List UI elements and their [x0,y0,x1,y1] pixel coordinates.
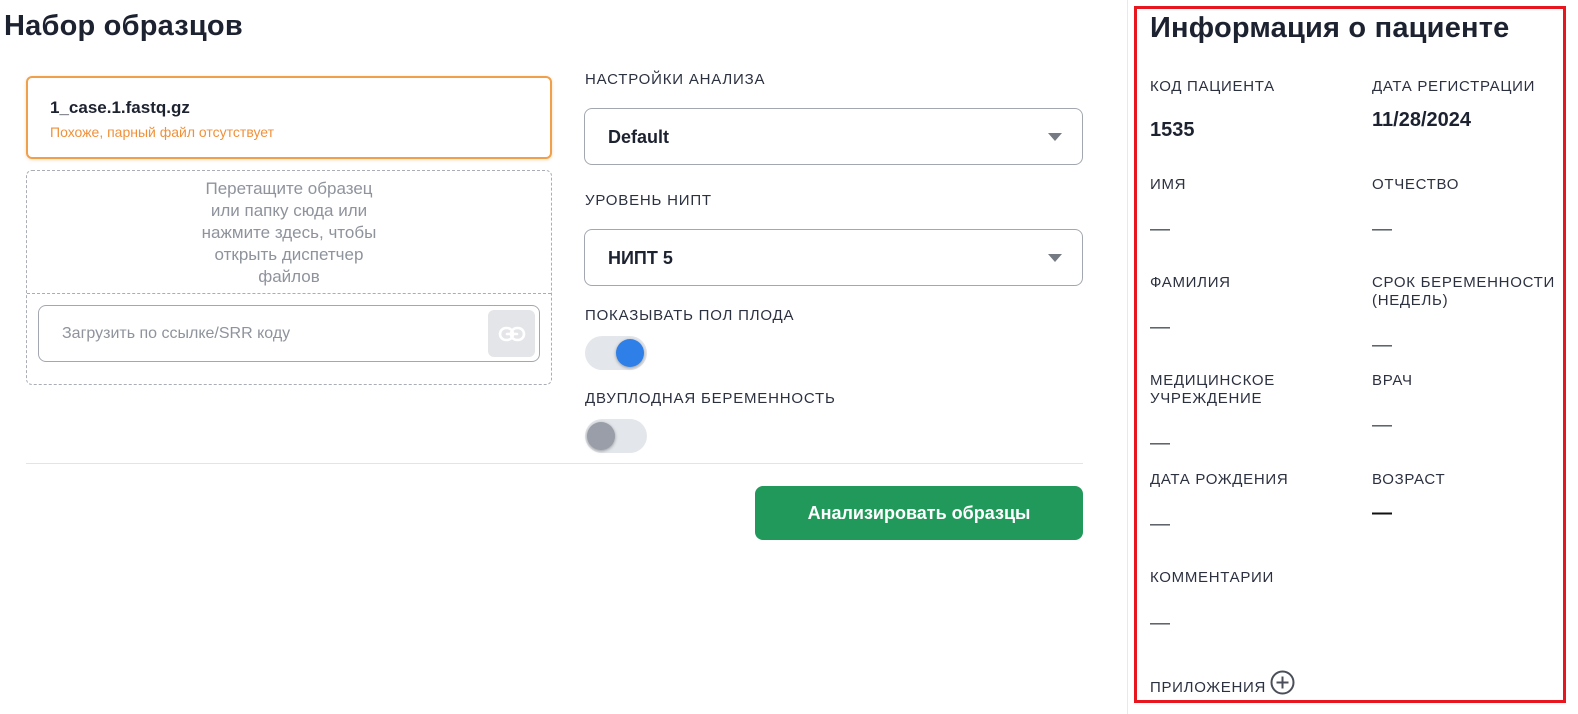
link-icon [498,326,525,341]
patient-info-panel: Информация о пациенте КОД ПАЦИЕНТА 1535 … [1134,6,1566,703]
institution-value: — [1150,432,1170,454]
analyze-samples-button[interactable]: Анализировать образцы [755,486,1083,540]
doctor-value: — [1372,414,1392,436]
analysis-settings-select[interactable]: Default [584,108,1083,165]
toggle-knob [616,339,644,367]
caret-down-icon [1048,133,1062,141]
section-divider [26,463,1083,464]
last-name-value: — [1150,316,1170,338]
fetal-sex-label: ПОКАЗЫВАТЬ ПОЛ ПЛОДА [585,307,795,324]
attachments-label: ПРИЛОЖЕНИЯ [1150,679,1267,696]
panel-divider [1127,0,1128,714]
institution-label: МЕДИЦИНСКОЕ УЧРЕЖДЕНИЕ [1150,372,1275,408]
birth-date-label: ДАТА РОЖДЕНИЯ [1150,471,1289,488]
first-name-value: — [1150,218,1170,240]
toggle-knob [587,422,615,450]
patronymic-label: ОТЧЕСТВО [1372,176,1460,193]
dropzone-line: Перетащите образец [205,179,373,198]
twin-pregnancy-label: ДВУПЛОДНАЯ БЕРЕМЕННОСТЬ [585,390,836,407]
file-card[interactable]: 1_case.1.fastq.gz Похоже, парный файл от… [26,76,552,159]
analysis-settings-value: Default [608,127,670,147]
registration-date-value: 11/28/2024 [1372,109,1471,131]
dropzone-line: файлов [258,267,320,286]
comments-value: — [1150,612,1170,634]
dropzone-text: Перетащите образец или папку сюда или на… [27,178,551,288]
patient-code-value: 1535 [1150,119,1195,141]
comments-label: КОММЕНТАРИИ [1150,569,1275,586]
patient-code-label: КОД ПАЦИЕНТА [1150,78,1275,95]
twin-pregnancy-toggle[interactable] [585,419,647,453]
page-title: Набор образцов [4,10,243,42]
institution-label-line: УЧРЕЖДЕНИЕ [1150,390,1263,407]
fetal-sex-toggle[interactable] [585,336,647,370]
file-warning: Похоже, парный файл отсутствует [50,124,275,140]
last-name-label: ФАМИЛИЯ [1150,274,1231,291]
dropzone-line: открыть диспетчер [214,245,364,264]
file-name: 1_case.1.fastq.gz [50,98,190,117]
patronymic-value: — [1372,218,1392,240]
link-button[interactable] [488,310,535,357]
nipt-level-select[interactable]: НИПТ 5 [584,229,1083,286]
institution-label-line: МЕДИЦИНСКОЕ [1150,372,1275,389]
plus-circle-icon[interactable] [1270,670,1295,695]
age-value: — [1372,502,1392,524]
first-name-label: ИМЯ [1150,176,1187,193]
registration-date-label: ДАТА РЕГИСТРАЦИИ [1372,78,1536,95]
gestational-age-label-line: СРОК БЕРЕМЕННОСТИ [1372,274,1555,291]
dropzone-divider [27,293,551,294]
nipt-level-value: НИПТ 5 [608,248,673,268]
caret-down-icon [1048,254,1062,262]
dropzone[interactable]: Перетащите образец или папку сюда или на… [26,170,552,385]
patient-info-title: Информация о пациенте [1150,12,1510,44]
gestational-age-value: — [1372,334,1392,356]
dropzone-line: нажмите здесь, чтобы [201,223,377,242]
doctor-label: ВРАЧ [1372,372,1413,389]
analysis-settings-label: НАСТРОЙКИ АНАЛИЗА [585,71,766,88]
nipt-level-label: УРОВЕНЬ НИПТ [585,192,712,209]
birth-date-value: — [1150,513,1170,535]
gestational-age-label-line: (НЕДЕЛЬ) [1372,292,1449,309]
url-input[interactable] [38,305,540,362]
dropzone-line: или папку сюда или [210,201,368,220]
gestational-age-label: СРОК БЕРЕМЕННОСТИ (НЕДЕЛЬ) [1372,274,1555,310]
age-label: ВОЗРАСТ [1372,471,1446,488]
